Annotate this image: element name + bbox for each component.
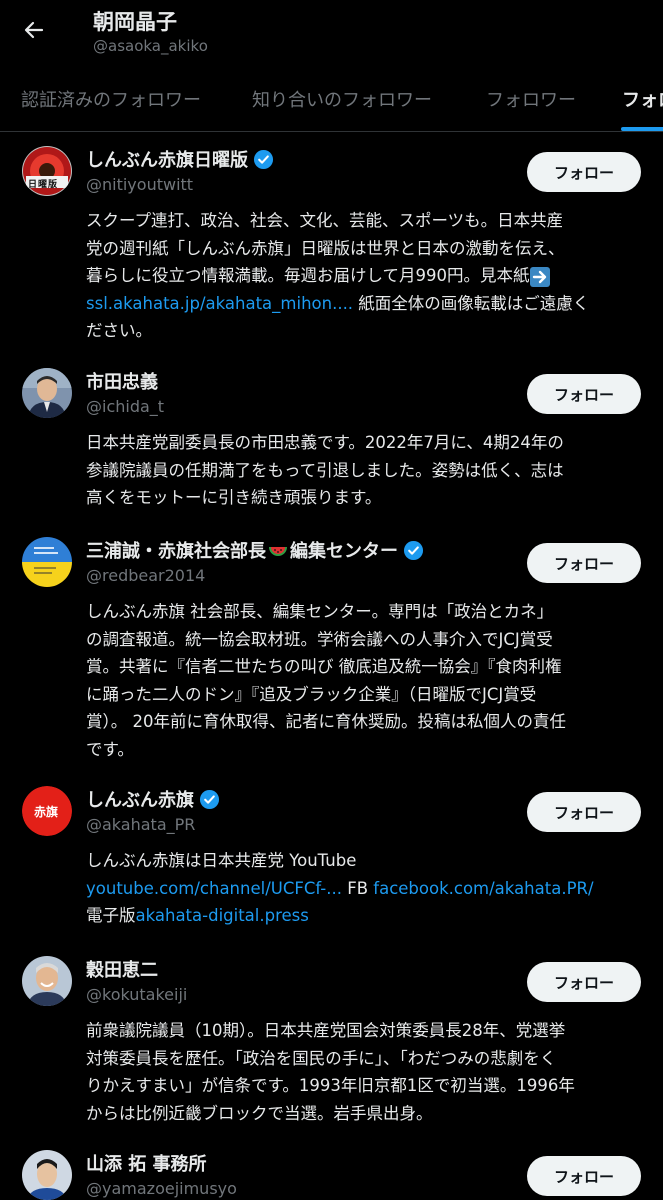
- follow-button[interactable]: フォロー: [527, 962, 641, 1002]
- user-name[interactable]: 穀田恵二: [86, 956, 158, 982]
- bio-link[interactable]: facebook.com/akahata.PR/: [373, 879, 593, 898]
- watermelon-icon: [269, 547, 287, 556]
- bio-line: 対策委員長を歴任。「政治を国民の手に」、「わだつみの悲劇をく: [86, 1048, 557, 1068]
- user-handle[interactable]: @nitiyoutwitt: [86, 175, 193, 194]
- user-handle[interactable]: @yamazoejimusyo: [86, 1179, 237, 1198]
- user-name-text: 市田忠義: [86, 372, 158, 393]
- bio-line: スクープ連打、政治、社会、文化、芸能、スポーツも。日本共産: [86, 211, 564, 230]
- bio-line: りかえすまい」が信条です。1993年旧京都1区で初当選。1996年: [86, 1076, 575, 1095]
- tab-verified-followers[interactable]: 認証済みのフォロワー: [21, 86, 201, 112]
- back-button[interactable]: [18, 14, 50, 46]
- user-cell[interactable]: 三浦誠・赤旗社会部長 編集センター @redbear2014 フォロー しんぶん…: [0, 537, 663, 767]
- user-bio: 前衆議院議員（10期）。日本共産党国会対策委員長28年、党選挙 対策委員長を歴任…: [86, 1017, 646, 1127]
- avatar[interactable]: [22, 537, 72, 587]
- bio-link[interactable]: ssl.akahata.jp/akahata_mihon....: [86, 294, 353, 313]
- top-bar: 朝岡晶子 @asaoka_akiko: [0, 0, 663, 62]
- verified-badge-icon: [253, 149, 274, 169]
- bio-line: の調査報道。統一協会取材班。学術会議への人事介入でJCJ賞受: [86, 629, 553, 649]
- avatar[interactable]: [22, 956, 72, 1006]
- bio-link[interactable]: akahata-digital.press: [136, 906, 309, 925]
- bio-line: ださい。: [86, 321, 152, 340]
- user-name[interactable]: 市田忠義: [86, 368, 158, 394]
- avatar-label: 赤旗: [34, 805, 59, 819]
- bio-line: 党の週刊紙「しんぶん赤旗」日曜版は世界と日本の激動を伝え、: [86, 238, 565, 258]
- bio-line-text: 紙面全体の画像転載はご遠慮く: [353, 293, 590, 313]
- bio-line: 電子版akahata-digital.press: [86, 902, 646, 930]
- arrow-left-icon: [24, 21, 44, 39]
- follow-button[interactable]: フォロー: [527, 374, 641, 414]
- bio-link[interactable]: youtube.com/channel/UCFCf-...: [86, 879, 342, 898]
- bio-line: 前衆議院議員（10期）。日本共産党国会対策委員長28年、党選挙: [86, 1021, 566, 1040]
- active-tab-indicator: [621, 127, 663, 131]
- user-name[interactable]: 山添 拓 事務所: [86, 1150, 207, 1176]
- tab-following[interactable]: フォロー中: [622, 86, 663, 112]
- bio-line: ssl.akahata.jp/akahata_mihon.... 紙面全体の画像…: [86, 290, 646, 318]
- user-handle[interactable]: @redbear2014: [86, 566, 205, 585]
- user-name-text: しんぶん赤旗日曜版: [86, 150, 248, 171]
- user-handle[interactable]: @ichida_t: [86, 397, 164, 416]
- arrow-right-emoji-icon: [529, 266, 550, 287]
- user-name-suffix: 編集センター: [290, 541, 398, 562]
- bio-line: しんぶん赤旗 社会部長、編集センター。専門は「政治とカネ」: [86, 602, 554, 621]
- bio-line: 暮らしに役立つ情報満載。毎週お届けして月990円。見本紙: [86, 262, 646, 290]
- avatar[interactable]: [22, 368, 72, 418]
- user-name[interactable]: 三浦誠・赤旗社会部長 編集センター: [86, 537, 424, 563]
- follow-button[interactable]: フォロー: [527, 792, 641, 832]
- bio-line: しんぶん赤旗は日本共産党 YouTube: [86, 851, 357, 870]
- user-name-text: 山添 拓 事務所: [86, 1154, 207, 1175]
- user-name[interactable]: しんぶん赤旗: [86, 786, 220, 812]
- bio-line: 参議院議員の任期満了をもって引退しました。姿勢は低く、志は: [86, 460, 564, 480]
- follow-button[interactable]: フォロー: [527, 543, 641, 583]
- bio-line-text: 電子版: [86, 906, 136, 925]
- verified-badge-icon: [403, 540, 424, 560]
- person-avatar-icon: [22, 956, 72, 1006]
- user-bio: 日本共産党副委員長の市田忠義です。2022年7月に、4期24年の 参議院議員の任…: [86, 429, 646, 512]
- tab-followers[interactable]: フォロワー: [486, 86, 576, 112]
- profile-name: 朝岡晶子: [93, 10, 177, 34]
- tab-bar: 認証済みのフォロワー 知り合いのフォロワー フォロワー フォロー中: [0, 70, 663, 132]
- user-cell[interactable]: 日曜版 しんぶん赤旗日曜版 @nitiyoutwitt フォロー スクープ連打、…: [0, 146, 663, 351]
- bio-line-text: FB: [341, 878, 374, 898]
- avatar[interactable]: [22, 1150, 72, 1200]
- bio-line: に踊った二人のドン』『追及ブラック企業』（日曜版でJCJ賞受: [86, 684, 537, 704]
- follow-button[interactable]: フォロー: [527, 1156, 641, 1196]
- person-avatar-icon: [22, 1150, 72, 1200]
- user-name-text: 三浦誠・赤旗社会部長: [86, 541, 266, 562]
- profile-handle: @asaoka_akiko: [93, 37, 208, 55]
- user-handle[interactable]: @kokutakeiji: [86, 985, 187, 1004]
- tab-known-followers[interactable]: 知り合いのフォロワー: [252, 86, 432, 112]
- user-name-text: 穀田恵二: [86, 960, 158, 981]
- user-cell[interactable]: 山添 拓 事務所 @yamazoejimusyo フォロー: [0, 1150, 663, 1200]
- avatar-label: 日曜版: [28, 180, 59, 190]
- flag-avatar-icon: [22, 537, 72, 587]
- bio-line-text: 暮らしに役立つ情報満載。毎週お届けして月990円。見本紙: [86, 266, 530, 285]
- bio-line: 賞。共著に『信者二世たちの叫び 徹底追及統一協会』『食肉利権: [86, 657, 562, 676]
- user-handle[interactable]: @akahata_PR: [86, 815, 195, 834]
- follow-button[interactable]: フォロー: [527, 152, 641, 192]
- user-name[interactable]: しんぶん赤旗日曜版: [86, 146, 274, 172]
- user-bio: しんぶん赤旗 社会部長、編集センター。専門は「政治とカネ」 の調査報道。統一協会…: [86, 598, 646, 763]
- user-cell[interactable]: 穀田恵二 @kokutakeiji フォロー 前衆議院議員（10期）。日本共産党…: [0, 956, 663, 1136]
- bio-line: youtube.com/channel/UCFCf-... FB faceboo…: [86, 875, 646, 903]
- user-bio: しんぶん赤旗は日本共産党 YouTube youtube.com/channel…: [86, 847, 646, 930]
- bio-line: 高くをモットーに引き続き頑張ります。: [86, 488, 382, 507]
- bio-line: 日本共産党副委員長の市田忠義です。2022年7月に、4期24年の: [86, 433, 564, 452]
- bio-line: 賞）。 20年前に育休取得、記者に育休奨励。投稿は私個人の責任: [86, 712, 566, 731]
- user-cell[interactable]: 赤旗 しんぶん赤旗 @akahata_PR フォロー しんぶん赤旗は日本共産党 …: [0, 786, 663, 936]
- user-bio: スクープ連打、政治、社会、文化、芸能、スポーツも。日本共産 党の週刊紙「しんぶん…: [86, 207, 646, 345]
- person-avatar-icon: [22, 368, 72, 418]
- user-name-text: しんぶん赤旗: [86, 790, 194, 811]
- bio-line: からは比例近畿ブロックで当選。岩手県出身。: [86, 1103, 433, 1123]
- verified-badge-icon: [199, 789, 220, 809]
- user-cell[interactable]: 市田忠義 @ichida_t フォロー 日本共産党副委員長の市田忠義です。202…: [0, 368, 663, 518]
- bio-line: です。: [86, 739, 134, 759]
